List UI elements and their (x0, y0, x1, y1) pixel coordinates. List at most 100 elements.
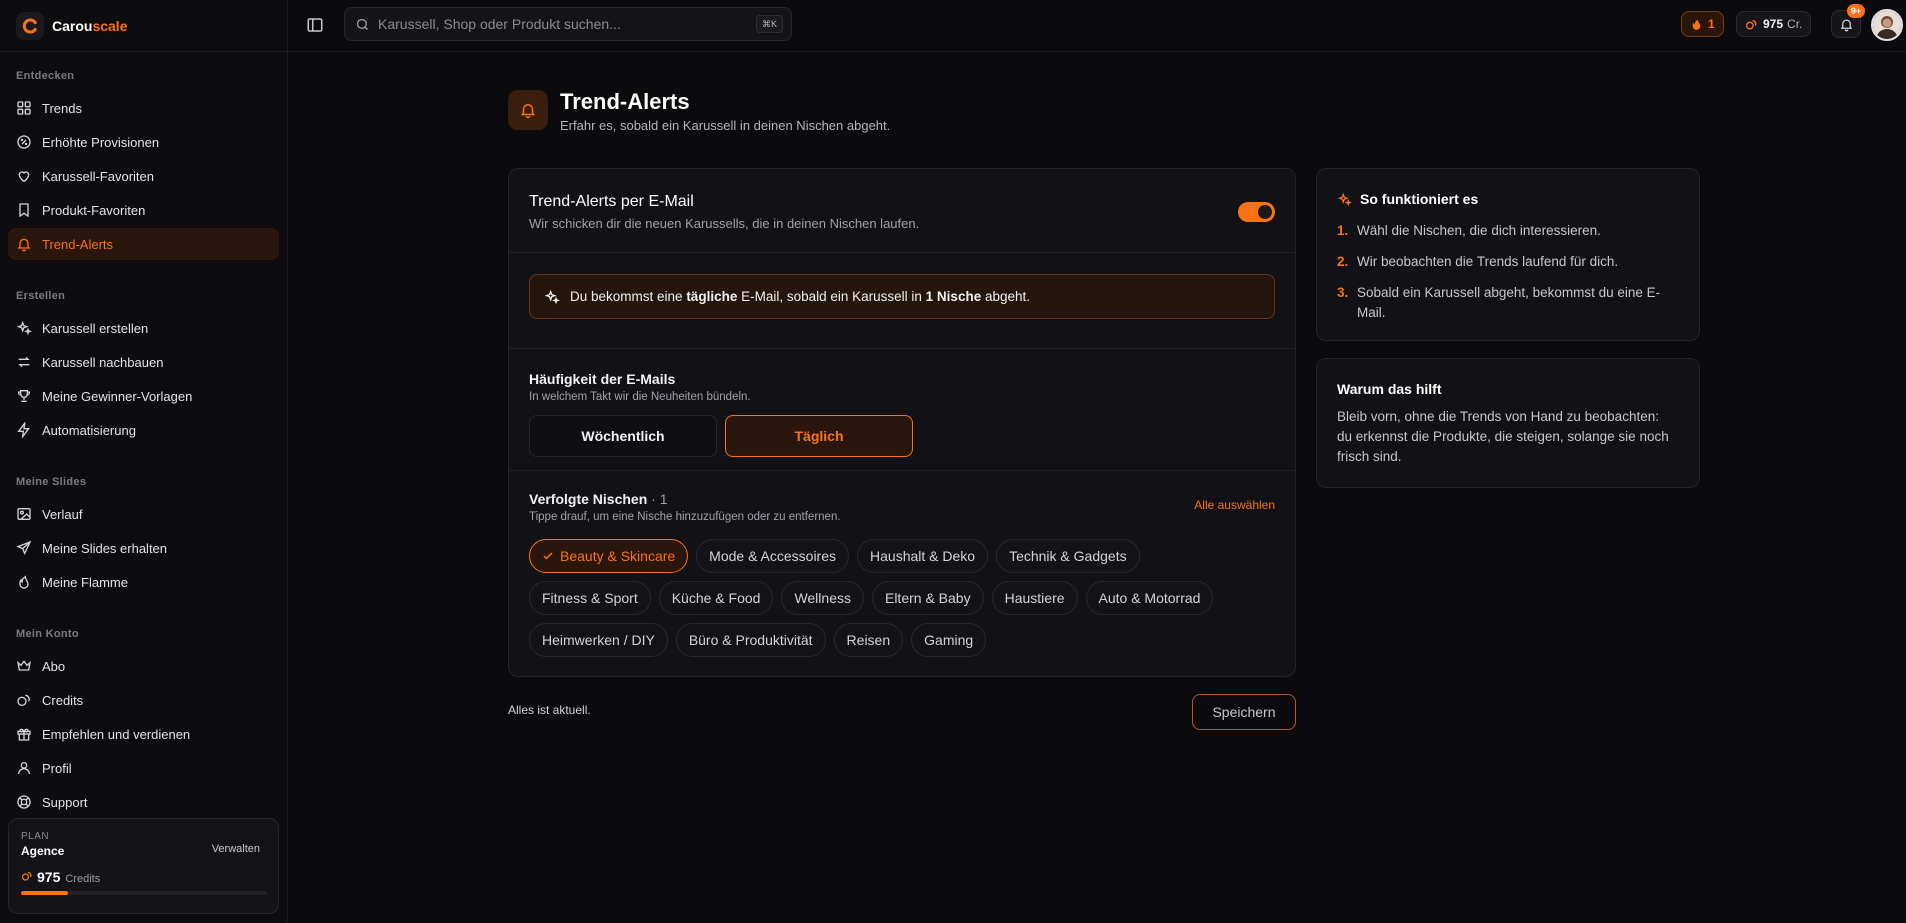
sidebar-item-trends[interactable]: Trends (8, 92, 279, 124)
sidebar-item-profile[interactable]: Profil (8, 752, 279, 784)
niche-chip-label: Reisen (846, 632, 891, 648)
sidebar-item-provisions[interactable]: Erhöhte Provisionen (8, 126, 279, 158)
niche-chip[interactable]: Beauty & Skincare (529, 539, 689, 573)
how-it-works-step: 1. Wähl die Nischen, die dich interessier… (1337, 221, 1681, 241)
frequency-daily-button[interactable]: Täglich (725, 415, 913, 457)
plan-credits-progress-fill (21, 891, 68, 895)
plan-credits: 975 Credits (21, 869, 266, 885)
niche-chip[interactable]: Heimwerken / DIY (529, 623, 668, 657)
lifebuoy-icon (16, 794, 32, 810)
niche-chip-label: Haushalt & Deko (870, 548, 976, 564)
avatar[interactable] (1871, 9, 1903, 41)
niche-chip-label: Gaming (924, 632, 974, 648)
sidebar-item-referral[interactable]: Empfehlen und verdienen (8, 718, 279, 750)
select-all-link[interactable]: Alle auswählen (1194, 498, 1275, 512)
niche-chip[interactable]: Auto & Motorrad (1085, 581, 1214, 615)
niche-chip[interactable]: Küche & Food (658, 581, 774, 615)
search-bar[interactable]: ⌘K (344, 7, 792, 41)
sidebar-item-support[interactable]: Support (8, 786, 279, 818)
sidebar-item-carousel-favorites[interactable]: Karussell-Favoriten (8, 160, 279, 192)
toggle-knob (1258, 205, 1272, 219)
credits-unit: Cr. (1787, 17, 1803, 31)
notice-text: Du bekommst eine tägliche E-Mail, sobald… (570, 289, 1030, 304)
step-text: Wir beobachten die Trends laufend für di… (1357, 254, 1619, 269)
sidebar-item-automation[interactable]: Automatisierung (8, 414, 279, 446)
niche-chip-label: Büro & Produktivität (688, 632, 813, 648)
notifications-badge: 9+ (1847, 4, 1865, 18)
niches-title: Verfolgte Nischen · 1 (529, 491, 668, 507)
search-input[interactable] (378, 16, 758, 32)
niche-chip-label: Eltern & Baby (884, 590, 971, 606)
sidebar-item-label: Trends (42, 100, 82, 116)
niches-count: · 1 (651, 491, 668, 507)
niche-chip-label: Haustiere (1004, 590, 1065, 606)
sidebar-item-label: Empfehlen und verdienen (42, 726, 191, 742)
niche-chip[interactable]: Mode & Accessoires (696, 539, 850, 573)
plan-credits-label: Credits (65, 873, 101, 885)
how-it-works-step: 3. Sobald ein Karussell abgeht, bekommst … (1337, 283, 1681, 323)
sidebar-toggle-icon[interactable] (306, 16, 324, 34)
frequency-weekly-button[interactable]: Wöchentlich (529, 415, 717, 457)
sidebar-item-receive-slides[interactable]: Meine Slides erhalten (8, 532, 279, 564)
niche-chip-label: Beauty & Skincare (560, 548, 676, 564)
niche-chip[interactable]: Eltern & Baby (871, 581, 984, 615)
niche-chip[interactable]: Gaming (911, 623, 987, 657)
frequency-section: Häufigkeit der E-Mails In welchem Takt w… (509, 349, 1295, 471)
step-text: Wähl die Nischen, die dich interessieren… (1357, 223, 1601, 238)
niches-section: Verfolgte Nischen · 1 Tippe drauf, um ei… (509, 471, 1295, 676)
heart-icon (16, 168, 32, 184)
gift-icon (16, 726, 32, 742)
why-text: Bleib vorn, ohne die Trends von Hand zu … (1337, 409, 1669, 464)
percent-badge-icon (16, 134, 32, 150)
sidebar-nav: Entdecken Trends Erhöhte Provisionen Kar… (0, 52, 287, 818)
image-icon (16, 506, 32, 522)
summary-notice: Du bekommst eine tägliche E-Mail, sobald… (529, 274, 1275, 319)
step-number: 2. (1337, 254, 1349, 269)
coins-icon (21, 870, 33, 882)
sidebar-item-winner-templates[interactable]: Meine Gewinner-Vorlagen (8, 380, 279, 412)
sidebar-item-label: Produkt-Favoriten (42, 202, 146, 218)
niche-chip[interactable]: Reisen (833, 623, 904, 657)
streak-pill[interactable]: 1 (1681, 11, 1724, 37)
save-button[interactable]: Speichern (1192, 694, 1296, 730)
niche-chip-label: Wellness (794, 590, 851, 606)
how-it-works-title: So funktioniert es (1337, 191, 1478, 207)
manage-plan-link[interactable]: Verwalten (212, 843, 260, 855)
sidebar-item-create-carousel[interactable]: Karussell erstellen (8, 312, 279, 344)
why-card: Warum das hilft Bleib vorn, ohne die Tre… (1316, 358, 1700, 488)
sidebar-item-label: Karussell-Favoriten (42, 168, 154, 184)
email-alerts-toggle[interactable] (1238, 202, 1275, 222)
bell-icon (508, 90, 548, 130)
sidebar-item-subscription[interactable]: Abo (8, 650, 279, 682)
sidebar-item-my-flame[interactable]: Meine Flamme (8, 566, 279, 598)
credits-pill[interactable]: 975 Cr. (1736, 11, 1812, 37)
sidebar-item-label: Support (42, 794, 88, 810)
sidebar-item-trend-alerts[interactable]: Trend-Alerts (8, 228, 279, 260)
niche-chip-row: Heimwerken / DIY Büro & Produktivität Reis… (529, 623, 1289, 657)
sidebar-item-history[interactable]: Verlauf (8, 498, 279, 530)
coins-icon (1745, 18, 1758, 31)
page-title: Trend-Alerts (560, 89, 690, 114)
sidebar-item-product-favorites[interactable]: Produkt-Favoriten (8, 194, 279, 226)
niche-chip[interactable]: Wellness (781, 581, 864, 615)
check-icon (542, 550, 554, 562)
niche-chip[interactable]: Haushalt & Deko (857, 539, 989, 573)
sidebar-item-credits[interactable]: Credits (8, 684, 279, 716)
niche-chip-label: Technik & Gadgets (1009, 548, 1127, 564)
search-shortcut: ⌘K (755, 15, 783, 33)
brand[interactable]: Carouscale (0, 0, 287, 52)
sidebar-item-rebuild-carousel[interactable]: Karussell nachbauen (8, 346, 279, 378)
plan-label: PLAN (21, 831, 50, 842)
niche-chip[interactable]: Büro & Produktivität (675, 623, 826, 657)
nav-section-title: Meine Slides (16, 476, 87, 488)
sidebar-item-label: Meine Flamme (42, 574, 128, 590)
grid-icon (16, 100, 32, 116)
sidebar-item-label: Karussell nachbauen (42, 354, 164, 370)
niche-chip[interactable]: Fitness & Sport (529, 581, 651, 615)
how-it-works-card: So funktioniert es 1. Wähl die Nischen, d… (1316, 168, 1700, 341)
niche-chip[interactable]: Haustiere (991, 581, 1078, 615)
niche-chip[interactable]: Technik & Gadgets (996, 539, 1140, 573)
alert-settings-card: Trend-Alerts per E-Mail Wir schicken dir… (508, 168, 1296, 677)
zap-icon (16, 422, 32, 438)
sidebar-item-label: Credits (42, 692, 84, 708)
